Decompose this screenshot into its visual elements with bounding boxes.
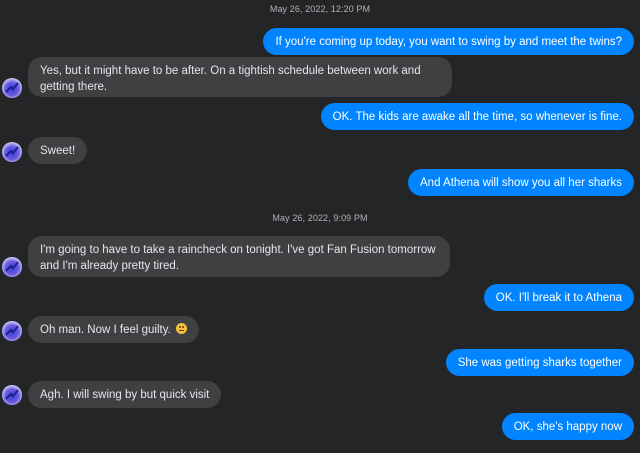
avatar-icon[interactable]	[2, 78, 22, 98]
slightly-frowning-face-icon	[176, 323, 188, 334]
message-outgoing[interactable]: OK. I'll break it to Athena	[483, 284, 634, 311]
timestamp-divider: May 26, 2022, 12:20 PM	[269, 4, 371, 14]
message-outgoing[interactable]: And Athena will show you all her sharks	[408, 169, 634, 196]
message-text: Oh man. Now I feel guilty.	[40, 324, 171, 336]
timestamp-divider: May 26, 2022, 9:09 PM	[272, 213, 368, 223]
message-outgoing[interactable]: She was getting sharks together	[445, 349, 634, 376]
avatar-icon[interactable]	[2, 385, 22, 405]
message-outgoing[interactable]: OK, she's happy now	[501, 413, 634, 440]
message-incoming[interactable]: Sweet!	[28, 137, 88, 164]
message-incoming[interactable]: I'm going to have to take a raincheck on…	[28, 236, 450, 277]
avatar-icon[interactable]	[2, 142, 22, 162]
message-outgoing[interactable]: If you're coming up today, you want to s…	[263, 28, 634, 55]
avatar-icon[interactable]	[2, 321, 22, 341]
message-incoming[interactable]: Agh. I will swing by but quick visit	[28, 381, 222, 408]
avatar-icon[interactable]	[2, 257, 22, 277]
message-incoming[interactable]: Oh man. Now I feel guilty.	[28, 316, 200, 343]
message-incoming[interactable]: Yes, but it might have to be after. On a…	[28, 57, 452, 97]
message-thread: May 26, 2022, 12:20 PM If you're coming …	[0, 0, 640, 453]
message-outgoing[interactable]: OK. The kids are awake all the time, so …	[320, 103, 634, 130]
